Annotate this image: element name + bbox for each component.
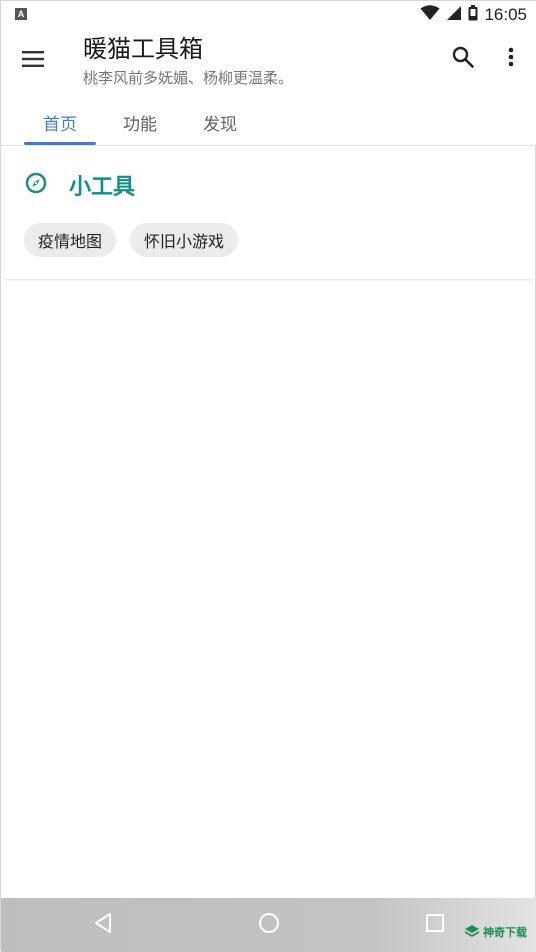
back-button[interactable] [73, 898, 133, 952]
tools-card: 小工具 疫情地图 怀旧小游戏 [5, 149, 533, 280]
app-subtitle: 桃李风前多妩媚、杨柳更温柔。 [83, 69, 294, 87]
tool-chips: 疫情地图 怀旧小游戏 [24, 223, 239, 257]
status-bar: A 16:05 [1, 1, 536, 29]
app-window: A 16:05 暖猫工具箱 桃李风前多妩媚、杨柳更温柔。 首页 功能 发现 小工… [0, 0, 536, 952]
chip-epidemic-map[interactable]: 疫情地图 [24, 223, 117, 257]
back-icon [93, 912, 113, 938]
menu-icon [21, 50, 45, 72]
status-right: 16:05 [420, 4, 527, 26]
compass-icon [25, 172, 47, 198]
card-header: 小工具 [25, 169, 135, 201]
home-icon [258, 912, 280, 938]
app-notification-icon: A [15, 8, 27, 20]
active-tab-indicator [24, 142, 96, 145]
more-options-button[interactable] [493, 41, 529, 77]
app-title: 暖猫工具箱 [83, 35, 203, 63]
recents-icon [425, 913, 445, 937]
app-bar: 暖猫工具箱 桃李风前多妩媚、杨柳更温柔。 首页 功能 发现 [1, 29, 536, 146]
tab-discover[interactable]: 发现 [184, 99, 256, 145]
watermark-text: 神奇下载 [483, 925, 527, 939]
watermark: 神奇下载 [465, 922, 527, 941]
more-vert-icon [508, 47, 514, 71]
menu-button[interactable] [15, 43, 51, 79]
watermark-logo-icon [465, 922, 479, 941]
recents-button[interactable] [405, 898, 465, 952]
card-title: 小工具 [69, 175, 136, 200]
search-icon [452, 46, 474, 72]
system-nav-bar: 神奇下载 [1, 898, 536, 952]
status-time: 16:05 [484, 5, 527, 24]
tab-home[interactable]: 首页 [24, 99, 96, 145]
battery-icon [468, 5, 478, 25]
chip-retro-games[interactable]: 怀旧小游戏 [130, 223, 239, 257]
signal-icon [446, 5, 462, 25]
tab-bar: 首页 功能 发现 [1, 99, 536, 146]
wifi-icon [420, 5, 440, 25]
tab-features[interactable]: 功能 [104, 99, 176, 145]
home-button[interactable] [239, 898, 299, 952]
search-button[interactable] [445, 41, 481, 77]
title-block: 暖猫工具箱 桃李风前多妩媚、杨柳更温柔。 [83, 33, 293, 89]
